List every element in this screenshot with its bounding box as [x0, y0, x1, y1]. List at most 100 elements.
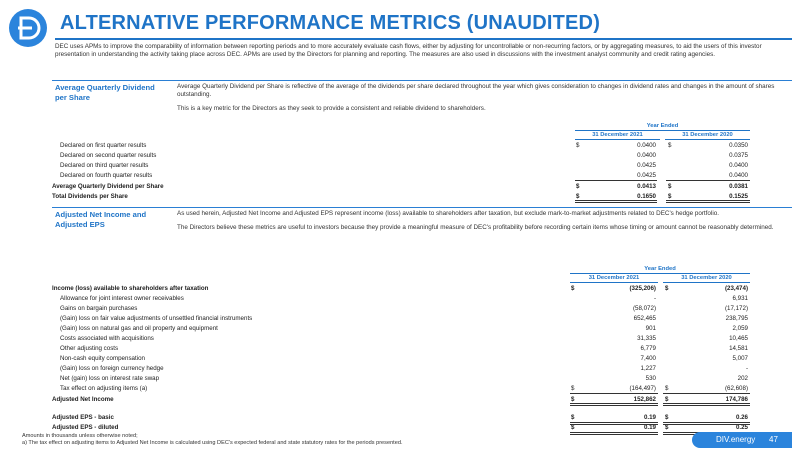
currency-2021: $	[576, 142, 580, 149]
row-label: Net (gain) loss on interest rate swap	[60, 375, 160, 382]
section2-para1: As used herein, Adjusted Net Income and …	[177, 210, 719, 217]
value-2021: 901	[645, 325, 656, 332]
value-2020: 0.0350	[729, 142, 748, 149]
section1-title: Average Quarterly Dividend per Share	[55, 83, 155, 102]
dec-logo	[8, 8, 48, 48]
section1-description: Average Quarterly Dividend per Share is …	[177, 83, 789, 120]
table-row: Allowance for joint interest owner recei…	[0, 294, 800, 304]
row-label: Income (loss) available to shareholders …	[52, 285, 209, 292]
section1-year-rule	[575, 130, 750, 131]
row-label: Total Dividends per Share	[52, 193, 128, 200]
value-2020: 0.0381	[729, 183, 748, 190]
section1-col-2021: 31 December 2021	[575, 132, 660, 140]
section1-year-ended: Year Ended	[646, 123, 679, 129]
currency-2021: $	[571, 285, 575, 292]
section1-col-2020: 31 December 2020	[665, 132, 750, 140]
value-2020: 2,059	[732, 325, 748, 332]
table-row: Declared on third quarter results 0.0425 0…	[0, 161, 800, 171]
section2-double-underline-eps-basic-2020	[663, 422, 750, 425]
value-2021: 31,335	[637, 335, 656, 342]
section2-double-underline-ani-2020	[663, 403, 750, 406]
table-row: Declared on second quarter results 0.0400…	[0, 151, 800, 161]
row-label: Declared on second quarter results	[60, 152, 157, 159]
section2-double-underline-eps-diluted-2021	[570, 432, 658, 435]
page-title: ALTERNATIVE PERFORMANCE METRICS (UNAUDIT…	[60, 12, 601, 34]
table-row: Other adjusting costs 6,779 14,581	[0, 344, 800, 354]
value-2021: 530	[645, 375, 656, 382]
row-label: Declared on fourth quarter results	[60, 172, 153, 179]
row-label: Costs associated with acquisitions	[60, 335, 154, 342]
table-row: Average Quarterly Dividend per Share $0.0…	[0, 182, 800, 192]
row-label: Average Quarterly Dividend per Share	[52, 183, 164, 190]
value-2021: (325,206)	[629, 285, 657, 292]
section1-double-underline-2021	[575, 200, 657, 203]
currency-2021: $	[576, 183, 580, 190]
row-label: Declared on third quarter results	[60, 162, 149, 169]
value-2020: 0.0400	[729, 162, 748, 169]
section2-col-2020: 31 December 2020	[663, 275, 750, 283]
currency-2020: $	[668, 142, 672, 149]
table-row: (Gain) loss on natural gas and oil prope…	[0, 324, 800, 334]
section1-underline-2020	[666, 180, 750, 181]
table-row: Declared on first quarter results $0.0400…	[0, 141, 800, 151]
brand-name: DIV.energy	[716, 435, 756, 444]
row-label: (Gain) loss on fair value adjustments of…	[60, 315, 253, 322]
value-2020: 14,581	[729, 345, 748, 352]
title-divider	[55, 38, 792, 40]
value-2021: 0.0425	[637, 162, 656, 169]
table-row: (Gain) loss on foreign currency hedge 1,2…	[0, 364, 800, 374]
section2-top-divider	[52, 207, 792, 208]
value-2020: -	[745, 365, 748, 372]
value-2021: 0.0400	[637, 152, 656, 159]
table-row: Gains on bargain purchases (58,072) (17,17…	[0, 304, 800, 314]
section2-double-underline-ani-2021	[570, 403, 658, 406]
section1-para2: This is a key metric for the Directors a…	[177, 105, 486, 113]
value-2020: 202	[737, 375, 748, 382]
value-2021: 7,400	[640, 355, 656, 362]
value-2021: (58,072)	[632, 305, 656, 312]
section1-underline-2021	[575, 180, 657, 181]
value-2020: 10,465	[729, 335, 748, 342]
section2-year-ended: Year Ended	[644, 266, 676, 272]
value-2021: 6,779	[640, 345, 656, 352]
value-2020: (17,172)	[724, 305, 748, 312]
currency-2020: $	[665, 285, 669, 292]
section2-underline-2021	[570, 393, 658, 394]
value-2021: -	[653, 295, 656, 302]
row-label: Adjusted Net Income	[52, 396, 114, 403]
footnote-amounts: Amounts in thousands unless otherwise no…	[22, 433, 138, 439]
value-2020: 5,007	[732, 355, 748, 362]
value-2021: 652,465	[633, 315, 656, 322]
value-2021: 0.0413	[637, 183, 656, 190]
section2-para2: The Directors believe these metrics are …	[177, 224, 774, 232]
row-label: Allowance for joint interest owner recei…	[60, 295, 184, 302]
table-row: Non-cash equity compensation 7,400 5,007	[0, 354, 800, 364]
section2-underline-2020	[663, 393, 750, 394]
row-label: Tax effect on adjusting items (a)	[60, 385, 148, 392]
value-2020: (23,474)	[724, 285, 748, 292]
page-number: 47	[769, 435, 778, 444]
table-row: Net (gain) loss on interest rate swap 530…	[0, 374, 800, 384]
row-label: (Gain) loss on foreign currency hedge	[60, 365, 164, 372]
section1-para1: Average Quarterly Dividend per Share is …	[177, 83, 775, 99]
row-label: Declared on first quarter results	[60, 142, 147, 149]
table-row: Costs associated with acquisitions 31,335…	[0, 334, 800, 344]
section2-title: Adjusted Net Income and Adjusted EPS	[55, 210, 147, 229]
value-2020: 238,795	[725, 315, 748, 322]
value-2020: 6,931	[732, 295, 748, 302]
footnote-tax-effect: a) The tax effect on adjusting items to …	[22, 440, 403, 446]
brand-footer-bar: DIV.energy 47	[692, 432, 792, 448]
section2-double-underline-eps-basic-2021	[570, 422, 658, 425]
value-2021: 0.0400	[637, 142, 656, 149]
row-label: Other adjusting costs	[60, 345, 119, 352]
section1-top-divider	[52, 80, 792, 81]
row-label: Gains on bargain purchases	[60, 305, 138, 312]
row-label: Adjusted EPS - diluted	[52, 424, 119, 431]
row-label: Adjusted EPS - basic	[52, 414, 114, 421]
currency-2020: $	[668, 183, 672, 190]
row-label: (Gain) loss on natural gas and oil prope…	[60, 325, 218, 332]
table-row: (Gain) loss on fair value adjustments of…	[0, 314, 800, 324]
section1-double-underline-2020	[666, 200, 750, 203]
section2-col-2021: 31 December 2021	[570, 275, 658, 283]
intro-paragraph: DEC uses APMs to improve the comparabili…	[55, 43, 762, 59]
